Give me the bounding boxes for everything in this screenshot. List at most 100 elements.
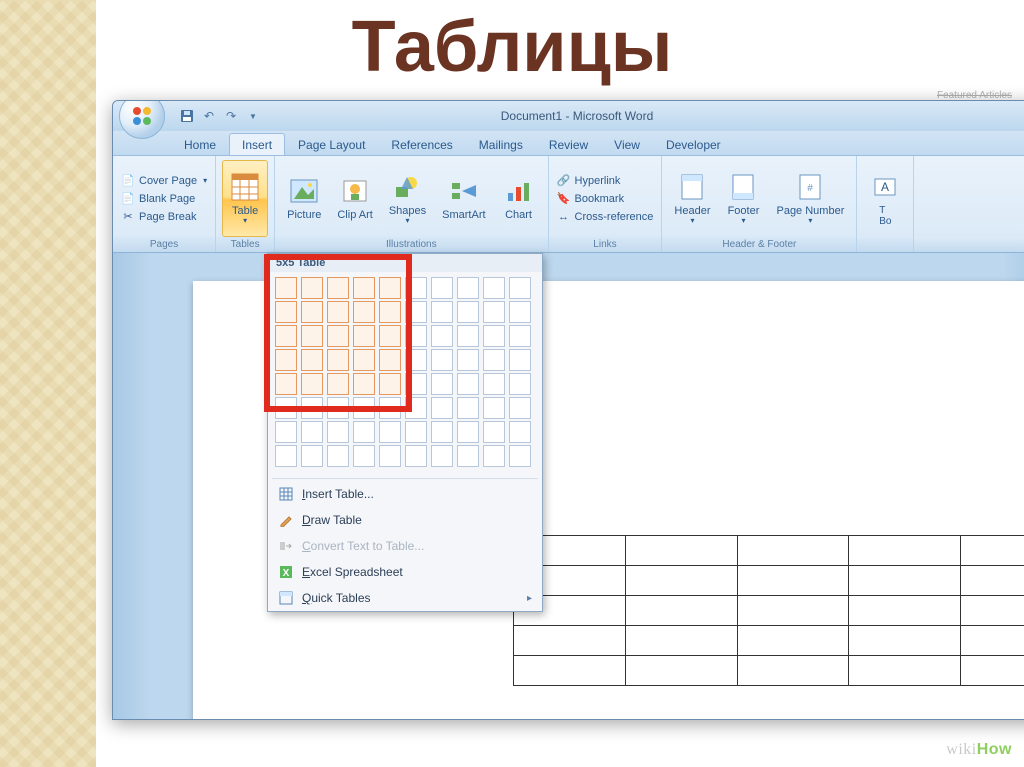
- grid-cell[interactable]: [275, 301, 297, 323]
- grid-cell[interactable]: [353, 349, 375, 371]
- grid-cell[interactable]: [431, 445, 453, 467]
- grid-cell[interactable]: [457, 373, 479, 395]
- grid-cell[interactable]: [327, 325, 349, 347]
- grid-cell[interactable]: [353, 445, 375, 467]
- grid-cell[interactable]: [327, 349, 349, 371]
- tab-page-layout[interactable]: Page Layout: [285, 133, 378, 155]
- grid-cell[interactable]: [353, 373, 375, 395]
- grid-cell[interactable]: [431, 325, 453, 347]
- grid-cell[interactable]: [405, 277, 427, 299]
- grid-cell[interactable]: [405, 373, 427, 395]
- grid-cell[interactable]: [353, 301, 375, 323]
- redo-icon[interactable]: ↷: [223, 108, 239, 124]
- tab-developer[interactable]: Developer: [653, 133, 734, 155]
- grid-cell[interactable]: [405, 421, 427, 443]
- grid-cell[interactable]: [379, 421, 401, 443]
- grid-cell[interactable]: [379, 373, 401, 395]
- page-number-button[interactable]: # Page Number ▾: [770, 160, 850, 237]
- grid-cell[interactable]: [275, 373, 297, 395]
- tab-view[interactable]: View: [601, 133, 653, 155]
- grid-cell[interactable]: [327, 373, 349, 395]
- grid-cell[interactable]: [275, 349, 297, 371]
- grid-cell[interactable]: [509, 421, 531, 443]
- grid-cell[interactable]: [483, 277, 505, 299]
- grid-cell[interactable]: [431, 373, 453, 395]
- text-box-button[interactable]: A TBo: [863, 160, 907, 238]
- grid-cell[interactable]: [483, 373, 505, 395]
- grid-cell[interactable]: [327, 277, 349, 299]
- grid-cell[interactable]: [509, 397, 531, 419]
- grid-cell[interactable]: [353, 325, 375, 347]
- grid-cell[interactable]: [483, 325, 505, 347]
- cover-page-button[interactable]: 📄 Cover Page ▾: [119, 173, 209, 189]
- table-grid-selector[interactable]: [268, 272, 542, 476]
- grid-cell[interactable]: [301, 277, 323, 299]
- tab-references[interactable]: References: [378, 133, 465, 155]
- grid-cell[interactable]: [509, 277, 531, 299]
- grid-cell[interactable]: [353, 277, 375, 299]
- grid-cell[interactable]: [301, 373, 323, 395]
- grid-cell[interactable]: [379, 277, 401, 299]
- grid-cell[interactable]: [379, 445, 401, 467]
- tab-insert[interactable]: Insert: [229, 133, 285, 155]
- grid-cell[interactable]: [301, 421, 323, 443]
- grid-cell[interactable]: [301, 397, 323, 419]
- grid-cell[interactable]: [405, 325, 427, 347]
- undo-icon[interactable]: ↶: [201, 108, 217, 124]
- grid-cell[interactable]: [431, 301, 453, 323]
- grid-cell[interactable]: [327, 397, 349, 419]
- grid-cell[interactable]: [301, 445, 323, 467]
- grid-cell[interactable]: [275, 277, 297, 299]
- blank-page-button[interactable]: 📄 Blank Page: [119, 191, 209, 207]
- tab-mailings[interactable]: Mailings: [466, 133, 536, 155]
- grid-cell[interactable]: [353, 397, 375, 419]
- grid-cell[interactable]: [457, 421, 479, 443]
- grid-cell[interactable]: [509, 325, 531, 347]
- grid-cell[interactable]: [457, 277, 479, 299]
- grid-cell[interactable]: [327, 301, 349, 323]
- grid-cell[interactable]: [483, 349, 505, 371]
- chart-button[interactable]: Chart: [496, 160, 542, 237]
- grid-cell[interactable]: [405, 445, 427, 467]
- menu-item-quick-tables[interactable]: Quick Tables▸: [268, 585, 542, 611]
- footer-button[interactable]: Footer ▾: [720, 160, 766, 237]
- grid-cell[interactable]: [431, 277, 453, 299]
- grid-cell[interactable]: [457, 445, 479, 467]
- grid-cell[interactable]: [457, 325, 479, 347]
- grid-cell[interactable]: [457, 349, 479, 371]
- grid-cell[interactable]: [275, 397, 297, 419]
- grid-cell[interactable]: [483, 421, 505, 443]
- grid-cell[interactable]: [509, 349, 531, 371]
- smartart-button[interactable]: SmartArt: [436, 160, 491, 237]
- grid-cell[interactable]: [457, 301, 479, 323]
- tab-home[interactable]: Home: [171, 133, 229, 155]
- shapes-button[interactable]: Shapes ▾: [383, 160, 432, 237]
- page-break-button[interactable]: ✂ Page Break: [119, 209, 209, 225]
- grid-cell[interactable]: [431, 349, 453, 371]
- grid-cell[interactable]: [353, 421, 375, 443]
- grid-cell[interactable]: [431, 397, 453, 419]
- grid-cell[interactable]: [301, 349, 323, 371]
- grid-cell[interactable]: [405, 397, 427, 419]
- tab-review[interactable]: Review: [536, 133, 601, 155]
- menu-item-insert-table[interactable]: Insert Table...: [268, 481, 542, 507]
- grid-cell[interactable]: [275, 445, 297, 467]
- grid-cell[interactable]: [483, 397, 505, 419]
- grid-cell[interactable]: [405, 349, 427, 371]
- grid-cell[interactable]: [431, 421, 453, 443]
- picture-button[interactable]: Picture: [281, 160, 327, 237]
- grid-cell[interactable]: [379, 301, 401, 323]
- grid-cell[interactable]: [483, 445, 505, 467]
- grid-cell[interactable]: [509, 445, 531, 467]
- grid-cell[interactable]: [509, 373, 531, 395]
- grid-cell[interactable]: [379, 349, 401, 371]
- grid-cell[interactable]: [301, 325, 323, 347]
- grid-cell[interactable]: [275, 421, 297, 443]
- grid-cell[interactable]: [379, 397, 401, 419]
- bookmark-button[interactable]: 🔖 Bookmark: [555, 191, 656, 207]
- grid-cell[interactable]: [301, 301, 323, 323]
- clipart-button[interactable]: Clip Art: [331, 160, 378, 237]
- save-icon[interactable]: [179, 108, 195, 124]
- qat-dropdown-icon[interactable]: ▼: [245, 108, 261, 124]
- menu-item-draw-table[interactable]: Draw Table: [268, 507, 542, 533]
